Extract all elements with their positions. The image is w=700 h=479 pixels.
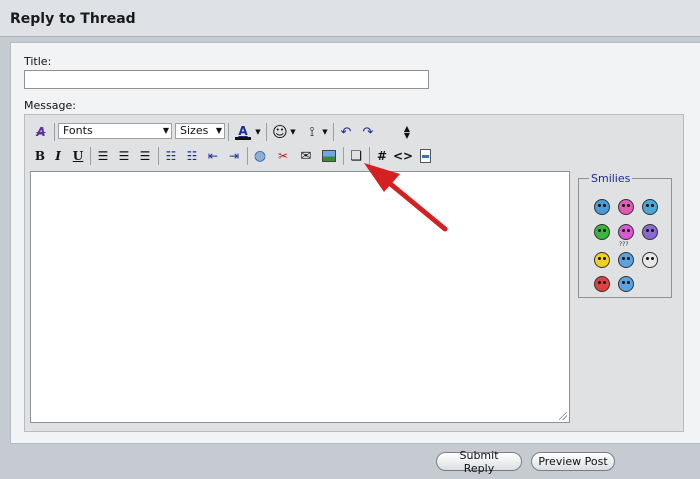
reply-window: Reply to Thread Title: Message: A Fonts …	[0, 0, 700, 479]
annotation-arrow-icon	[364, 163, 448, 232]
